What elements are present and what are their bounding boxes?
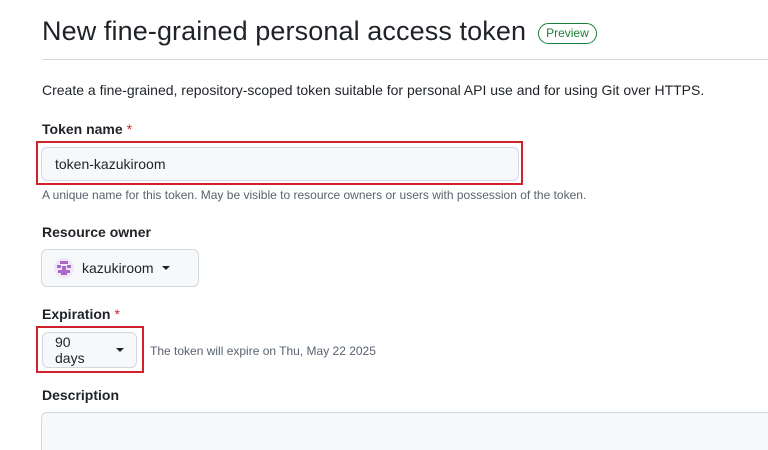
required-marker: * xyxy=(126,121,133,137)
resource-owner-label: Resource owner xyxy=(42,224,151,240)
token-name-highlight xyxy=(36,141,523,185)
expiration-highlight xyxy=(36,326,144,373)
description-textarea[interactable] xyxy=(41,412,768,450)
page-title: New fine-grained personal access token xyxy=(42,16,527,46)
expiration-label: Expiration * xyxy=(42,306,120,322)
resource-owner-value: kazukiroom xyxy=(82,260,154,276)
intro-text: Create a fine-grained, repository-scoped… xyxy=(42,82,705,98)
chevron-down-icon xyxy=(161,266,170,270)
token-name-label-text: Token name xyxy=(42,121,123,137)
token-name-hint: A unique name for this token. May be vis… xyxy=(42,188,587,202)
identicon-avatar-icon xyxy=(54,258,74,278)
expiration-note: The token will expire on Thu, May 22 202… xyxy=(150,344,376,358)
title-row: New fine-grained personal access token P… xyxy=(42,16,597,47)
preview-badge: Preview xyxy=(538,22,597,44)
header-divider xyxy=(42,59,768,60)
resource-owner-dropdown[interactable]: kazukiroom xyxy=(41,249,199,287)
expiration-label-text: Expiration xyxy=(42,306,111,322)
token-name-label: Token name * xyxy=(42,121,132,137)
description-label: Description xyxy=(42,387,120,403)
required-marker: * xyxy=(114,306,120,322)
token-creation-page: New fine-grained personal access token P… xyxy=(0,0,768,450)
